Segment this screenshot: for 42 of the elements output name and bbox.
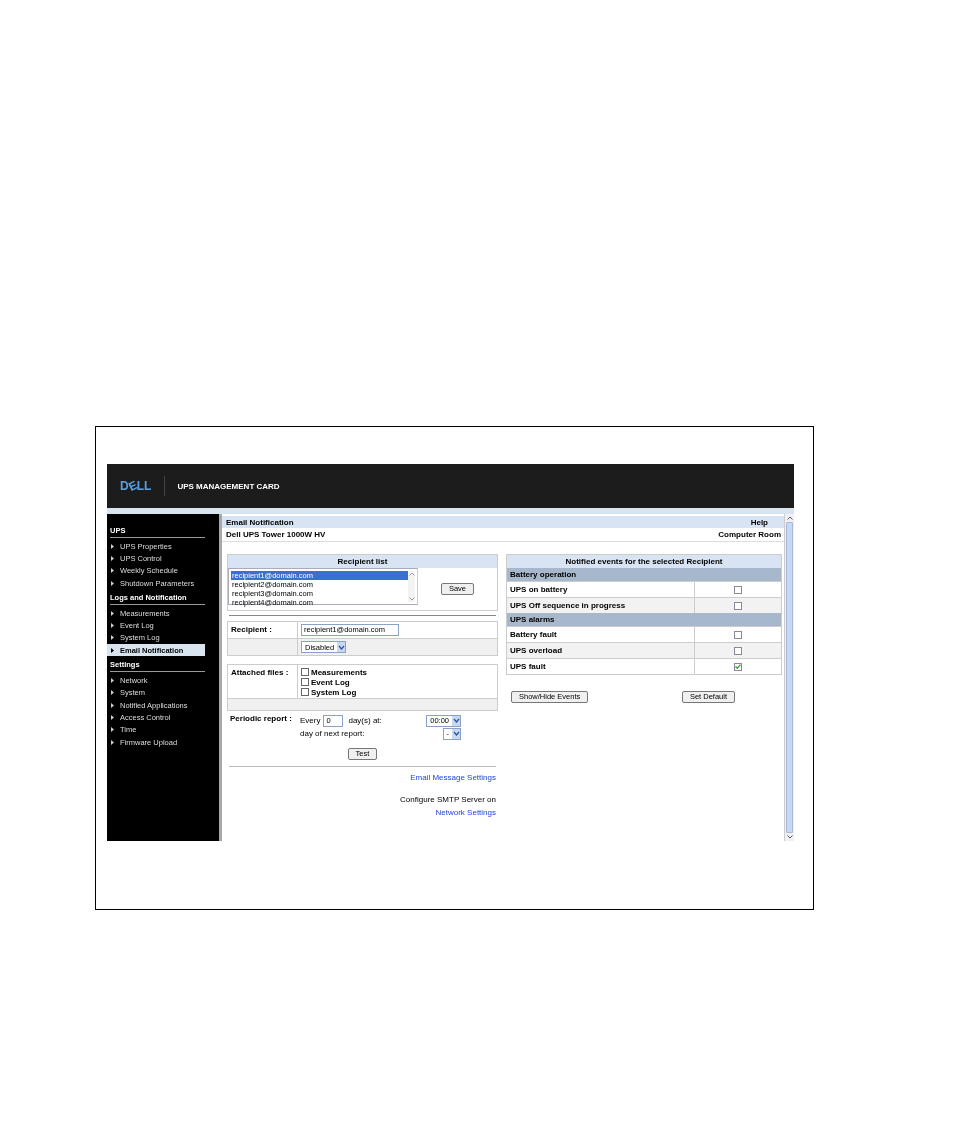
info-text: Configure SMTP Server on — [400, 794, 496, 804]
field-label: day of next report: — [300, 729, 365, 738]
scroll-down-icon — [786, 835, 793, 839]
checkbox[interactable] — [301, 668, 309, 676]
event-label: UPS on battery — [510, 585, 568, 594]
scrollbar[interactable] — [408, 571, 415, 602]
field-label: Periodic report : — [229, 713, 293, 725]
event-label: Battery fault — [510, 630, 557, 639]
check-icon — [735, 664, 741, 669]
scroll-up-icon — [408, 572, 415, 576]
settings-link[interactable]: Network Settings — [435, 807, 496, 817]
checkbox[interactable] — [301, 678, 309, 686]
checkbox[interactable] — [734, 630, 742, 639]
dell-logo: DELL — [120, 479, 152, 493]
device-name: Dell UPS Tower 1000W HV — [226, 530, 326, 539]
app-title: UPS MANAGEMENT CARD — [177, 481, 280, 491]
checkbox[interactable] — [734, 646, 742, 655]
scrollbar[interactable] — [784, 514, 794, 841]
scroll-down-icon — [408, 597, 415, 601]
caret-icon — [111, 610, 114, 616]
checkbox-label: System Log — [311, 687, 357, 697]
group-title: UPS alarms — [510, 615, 555, 624]
panel-title: Notified events for the selected Recipient — [507, 555, 781, 568]
checkbox-label: Event Log — [311, 677, 350, 687]
field-label: day(s) at: — [348, 716, 382, 725]
checkbox[interactable] — [301, 688, 309, 696]
checkbox[interactable] — [734, 585, 742, 594]
page-title: Email Notification — [226, 517, 294, 527]
scroll-up-icon — [786, 516, 793, 520]
checkbox-label: Measurements — [311, 667, 368, 677]
checkbox[interactable] — [734, 662, 742, 671]
checkbox[interactable] — [734, 601, 742, 610]
event-label: UPS Off sequence in progress — [510, 601, 626, 610]
event-label: UPS fault — [510, 662, 546, 671]
settings-link[interactable]: Email Message Settings — [410, 772, 496, 782]
group-title: Battery operation — [510, 570, 577, 579]
device-location: Computer Room — [718, 530, 781, 539]
caret-icon — [111, 678, 114, 683]
help-link[interactable]: Help — [750, 517, 768, 527]
event-label: UPS overload — [510, 646, 562, 655]
panel-title: Recipient list — [228, 555, 497, 568]
field-label: Every — [300, 716, 321, 725]
